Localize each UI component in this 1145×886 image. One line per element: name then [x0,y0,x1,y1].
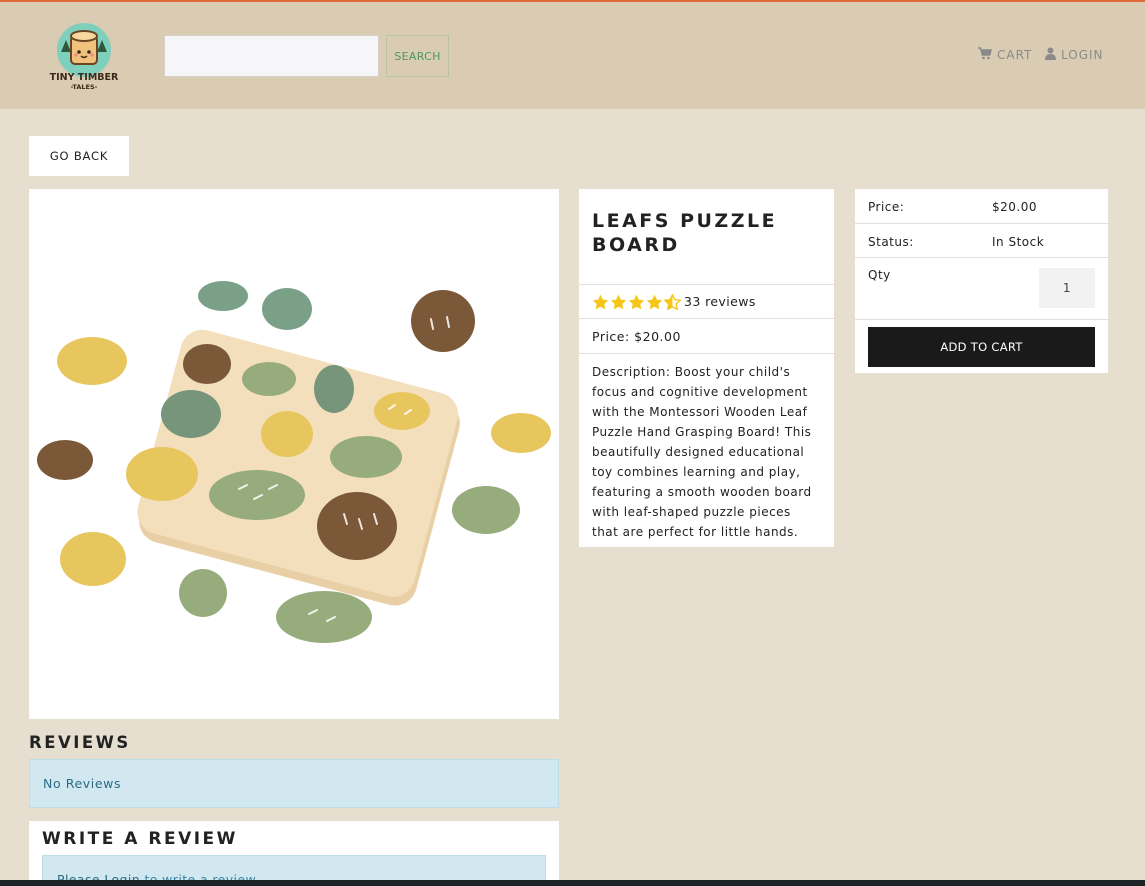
cart-icon [978,47,993,63]
purchase-card: Price: $20.00 Status: In Stock Qty 1 ADD… [855,189,1108,373]
star-icon [646,294,663,309]
status-row: Status: In Stock [855,224,1108,258]
star-icon [592,294,609,309]
rating-stars [592,293,681,310]
product-title: LEAFS PUZZLE BOARD [579,189,834,285]
qty-select[interactable]: 1 [1039,268,1095,308]
no-reviews-alert: No Reviews [29,759,559,808]
status-value: In Stock [992,235,1045,249]
star-icon [610,294,627,309]
nav-cart-link[interactable]: CART [978,47,1032,63]
status-label: Status: [868,235,914,249]
brand-name: TINY TIMBER [50,72,119,83]
price-value: $20.00 [992,200,1037,214]
star-icon [628,294,645,309]
go-back-button[interactable]: GO BACK [29,136,129,176]
product-rating: 33 reviews [579,285,834,319]
brand-logo[interactable]: TINY TIMBER -TALES- [47,22,121,92]
qty-label: Qty [868,268,891,282]
product-image [29,189,559,719]
price-label: Price: [868,200,905,214]
search-button[interactable]: SEARCH [386,35,449,77]
nav-login-label: LOGIN [1061,48,1104,62]
navbar: TINY TIMBER -TALES- SEARCH CART LOGIN [0,2,1145,109]
write-review-heading: WRITE A REVIEW [42,829,238,849]
product-description: Description: Boost your child's focus an… [592,365,812,539]
search-input[interactable] [164,35,379,77]
user-icon [1045,47,1056,63]
add-to-cart-button[interactable]: ADD TO CART [868,327,1095,367]
reviews-heading: REVIEWS [29,733,131,752]
reviews-count[interactable]: 33 reviews [684,294,756,309]
nav-login-link[interactable]: LOGIN [1045,47,1104,63]
nav-cart-label: CART [997,48,1033,62]
star-half-icon [664,293,681,310]
brand-tagline: -TALES- [71,83,98,91]
write-review-card: WRITE A REVIEW Please Login to write a r… [29,821,559,886]
product-info-card: LEAFS PUZZLE BOARD 33 reviews Price: $20… [579,189,834,547]
qty-row: Qty 1 [855,258,1108,320]
bottom-edge [0,880,1145,886]
price-row: Price: $20.00 [855,189,1108,224]
product-price: Price: $20.00 [579,319,834,354]
